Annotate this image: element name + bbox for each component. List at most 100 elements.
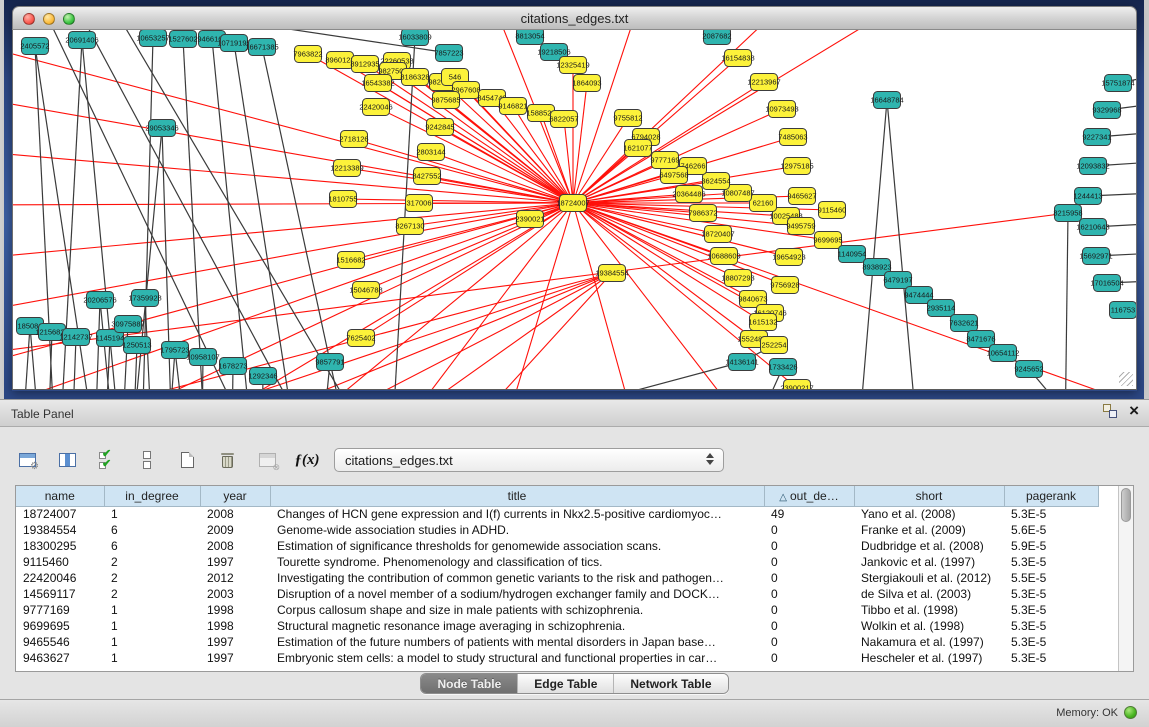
table-cell[interactable]: Hescheler et al. (1997)	[854, 650, 1004, 666]
graph-node[interactable]: 7857223	[434, 45, 463, 62]
graph-edge[interactable]	[262, 47, 348, 390]
table-cell[interactable]: 5.9E-5	[1004, 538, 1098, 554]
table-cell[interactable]: 1997	[200, 634, 270, 650]
table-cell[interactable]: 0	[764, 522, 854, 538]
graph-node[interactable]: 9227341	[1082, 129, 1111, 146]
table-cell[interactable]: 0	[764, 554, 854, 570]
graph-node[interactable]: 1621077	[623, 140, 652, 157]
table-cell[interactable]: Changes of HCN gene expression and I(f) …	[270, 506, 764, 522]
show-column-icon[interactable]	[54, 447, 80, 473]
table-row[interactable]: 1872400712008Changes of HCN gene express…	[16, 506, 1098, 522]
graph-node[interactable]: 1864093	[572, 75, 601, 92]
table-cell[interactable]: 1	[104, 634, 200, 650]
graph-node[interactable]: 317006	[406, 195, 433, 212]
column-header-pagerank[interactable]: pagerank	[1004, 486, 1098, 506]
table-row[interactable]: 946362711997Embryonic stem cells: a mode…	[16, 650, 1098, 666]
graph-node[interactable]: 1810755	[328, 191, 357, 208]
table-cell[interactable]: 1998	[200, 602, 270, 618]
graph-node[interactable]: 30975887	[111, 316, 144, 333]
graph-node[interactable]: 1615132	[748, 314, 777, 331]
graph-edge[interactable]	[432, 362, 742, 390]
graph-node[interactable]: 9777169	[650, 152, 679, 169]
table-cell[interactable]: 2009	[200, 522, 270, 538]
graph-node[interactable]: 12213389	[330, 160, 363, 177]
table-scrollbar[interactable]	[1118, 486, 1133, 671]
graph-node[interactable]: 16154838	[721, 50, 754, 67]
table-row[interactable]: 1830029562008Estimation of significance …	[16, 538, 1098, 554]
table-row[interactable]: 1456911722003Disruption of a novel membe…	[16, 586, 1098, 602]
graph-node[interactable]: 2803144	[416, 144, 445, 161]
graph-node[interactable]: 8186328	[400, 69, 429, 86]
graph-edge[interactable]	[13, 203, 573, 260]
table-cell[interactable]: Tourette syndrome. Phenomenology and cla…	[270, 554, 764, 570]
table-cell[interactable]: 0	[764, 618, 854, 634]
graph-node[interactable]: 9857791	[315, 354, 344, 371]
table-cell[interactable]: Franke et al. (2009)	[854, 522, 1004, 538]
graph-node[interactable]: 1140954	[838, 246, 867, 263]
table-cell[interactable]: 9465546	[16, 634, 104, 650]
graph-node[interactable]: 29053346	[145, 120, 178, 137]
table-cell[interactable]: 2008	[200, 538, 270, 554]
graph-node[interactable]: 17359928	[128, 290, 161, 307]
table-cell[interactable]: 18724007	[16, 506, 104, 522]
graph-node[interactable]: 20364486	[672, 186, 705, 203]
table-row[interactable]: 977716911998Corpus callosum shape and si…	[16, 602, 1098, 618]
table-cell[interactable]: 2012	[200, 570, 270, 586]
graph-node[interactable]: 2087682	[702, 30, 731, 45]
graph-node[interactable]: 1733426	[768, 359, 797, 376]
graph-node[interactable]: 9756928	[770, 277, 799, 294]
table-cell[interactable]: de Silva et al. (2003)	[854, 586, 1004, 602]
graph-node[interactable]: 8912935	[350, 56, 379, 73]
table-cell[interactable]: 9115460	[16, 554, 104, 570]
graph-edge[interactable]	[455, 273, 612, 390]
graph-node[interactable]: 18807293	[721, 270, 754, 287]
network-canvas[interactable]: 2405572206914061065325715276029466162107…	[12, 30, 1137, 390]
table-cell[interactable]: Estimation of the future numbers of pati…	[270, 634, 764, 650]
table-cell[interactable]: 5.6E-5	[1004, 522, 1098, 538]
tab-node-table[interactable]: Node Table	[421, 674, 518, 693]
table-cell[interactable]: 5.3E-5	[1004, 586, 1098, 602]
graph-node[interactable]: 9115460	[818, 202, 847, 219]
table-cell[interactable]: 6	[104, 538, 200, 554]
graph-node[interactable]: 7485063	[778, 129, 807, 146]
graph-edge[interactable]	[13, 95, 573, 203]
table-cell[interactable]: 9463627	[16, 650, 104, 666]
select-all-rows-icon[interactable]: ✔ ✔	[94, 447, 120, 473]
column-header-short[interactable]: short	[854, 486, 1004, 506]
table-row[interactable]: 2242004622012Investigating the contribut…	[16, 570, 1098, 586]
graph-node[interactable]: 7632621	[949, 315, 978, 332]
graph-node[interactable]: 10654112	[987, 345, 1020, 362]
table-cell[interactable]: 19384554	[16, 522, 104, 538]
graph-node[interactable]: 1244413	[1073, 188, 1102, 205]
table-cell[interactable]: 0	[764, 586, 854, 602]
graph-node[interactable]: 9245652	[1014, 361, 1043, 378]
graph-node[interactable]: 20691406	[65, 32, 98, 49]
table-cell[interactable]: 2008	[200, 506, 270, 522]
graph-node[interactable]: 12142737	[59, 329, 92, 346]
table-cell[interactable]: Dudbridge et al. (2008)	[854, 538, 1004, 554]
table-row[interactable]: 969969511998Structural magnetic resonanc…	[16, 618, 1098, 634]
table-cell[interactable]: 9699695	[16, 618, 104, 634]
graph-node[interactable]: 12093832	[1076, 158, 1109, 175]
graph-node[interactable]: 14136141	[725, 354, 758, 371]
graph-node[interactable]: 16543382	[361, 75, 394, 92]
graph-edge[interactable]	[573, 203, 1136, 390]
graph-node[interactable]: 22420046	[359, 99, 392, 116]
table-cell[interactable]: 0	[764, 570, 854, 586]
table-cell[interactable]: 5.3E-5	[1004, 650, 1098, 666]
table-cell[interactable]: Yano et al. (2008)	[854, 506, 1004, 522]
tab-network-table[interactable]: Network Table	[614, 674, 727, 693]
graph-node[interactable]: 10688609	[707, 248, 740, 265]
table-cell[interactable]: 2	[104, 586, 200, 602]
graph-node[interactable]: 1795723	[160, 342, 189, 359]
table-cell[interactable]: 5.5E-5	[1004, 570, 1098, 586]
table-cell[interactable]: 18300295	[16, 538, 104, 554]
table-cell[interactable]: 1997	[200, 650, 270, 666]
graph-node[interactable]: 10653257	[136, 30, 169, 47]
table-cell[interactable]: 1997	[200, 554, 270, 570]
graph-node[interactable]: 6822057	[549, 111, 578, 128]
table-cell[interactable]: Jankovic et al. (1997)	[854, 554, 1004, 570]
memory-indicator[interactable]: Memory: OK	[1056, 706, 1137, 719]
graph-node[interactable]: 9329968	[1092, 102, 1121, 119]
float-panel-icon[interactable]	[1103, 404, 1117, 418]
